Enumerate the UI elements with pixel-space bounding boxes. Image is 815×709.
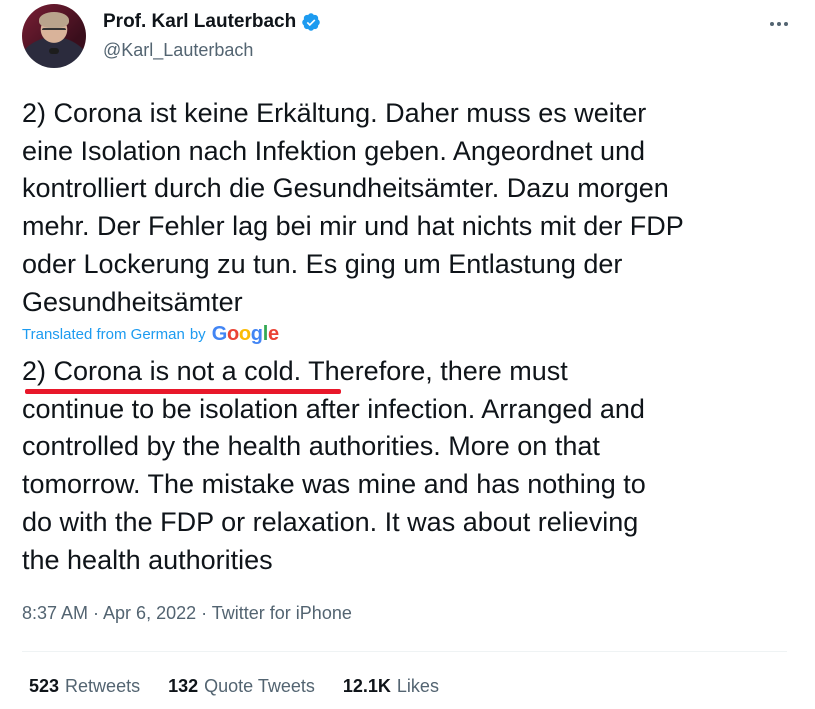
quote-tweets-label: Quote Tweets: [204, 676, 315, 696]
likes-label: Likes: [396, 676, 439, 696]
more-dot: [770, 22, 774, 26]
red-underline-annotation: [25, 389, 341, 394]
likes-count: 12.1K: [342, 676, 391, 696]
quote-tweets-count: 132: [168, 676, 199, 696]
avatar-glasses: [42, 28, 66, 35]
google-logo-letter: g: [250, 323, 263, 345]
google-logo-icon: Google: [212, 323, 279, 346]
tweet-header: Prof. Karl Lauterbach @Karl_Lauterbach: [22, 4, 792, 74]
quote-tweets-stat[interactable]: 132 Quote Tweets: [168, 676, 315, 697]
google-logo-letter: o: [226, 323, 239, 345]
google-logo-letter: o: [238, 323, 251, 345]
tweet-stats: 523 Retweets 132 Quote Tweets 12.1K Like…: [29, 676, 467, 697]
translated-tweet-text: 2) Corona is not a cold. Therefore, ther…: [22, 356, 646, 575]
translation-attribution[interactable]: Translated from German by Google: [22, 323, 279, 346]
more-dot: [784, 22, 788, 26]
author-handle[interactable]: @Karl_Lauterbach: [103, 40, 253, 61]
google-logo-letter: G: [211, 323, 228, 345]
retweets-count: 523: [29, 676, 60, 696]
tweet-timestamp[interactable]: 8:37 AM · Apr 6, 2022 · Twitter for iPho…: [22, 603, 352, 624]
tweet-text: 2) Corona ist keine Erkältung. Daher mus…: [22, 98, 684, 317]
more-options-icon[interactable]: [766, 14, 792, 34]
retweets-stat[interactable]: 523 Retweets: [29, 676, 140, 697]
retweets-label: Retweets: [65, 676, 141, 696]
translated-by-label: by: [189, 326, 206, 343]
divider: [22, 651, 787, 652]
likes-stat[interactable]: 12.1K Likes: [343, 676, 439, 697]
google-logo-letter: e: [267, 323, 279, 345]
author-name[interactable]: Prof. Karl Lauterbach: [103, 11, 296, 33]
more-dot: [777, 22, 781, 26]
avatar-hair: [39, 12, 69, 28]
translated-from-label[interactable]: Translated from German: [22, 326, 185, 343]
avatar[interactable]: [22, 4, 86, 68]
avatar-bowtie: [49, 48, 59, 54]
verified-badge-icon: [302, 13, 320, 31]
author-name-row[interactable]: Prof. Karl Lauterbach: [103, 11, 321, 33]
